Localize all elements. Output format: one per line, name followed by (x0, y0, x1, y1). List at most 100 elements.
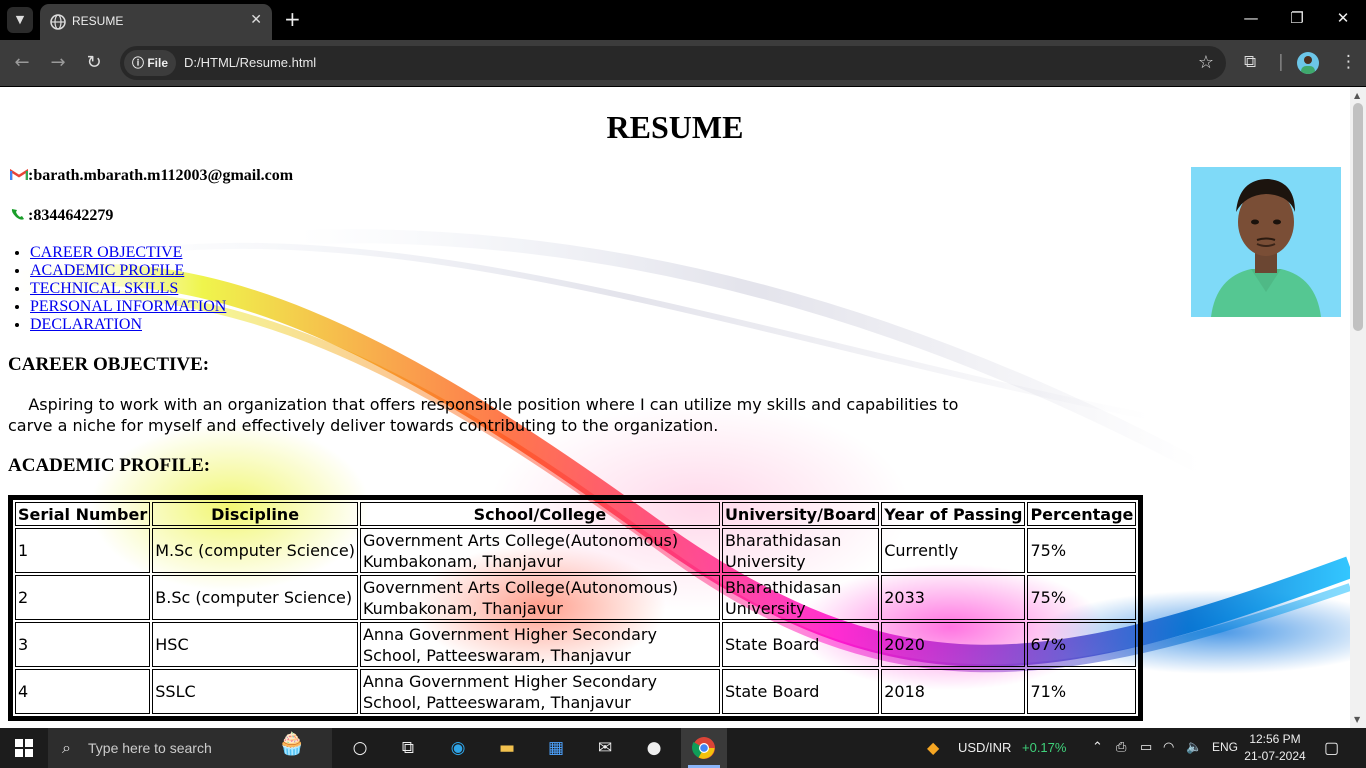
career-objective-text: Aspiring to work with an organization th… (8, 394, 968, 436)
profile-photo (1191, 167, 1341, 317)
extensions-icon[interactable]: ⧉ (1244, 52, 1256, 72)
cortana-icon[interactable]: ○ (348, 736, 372, 760)
cell-school: Anna Government Higher Secondary School,… (359, 622, 720, 667)
new-tab-button[interactable]: + (284, 9, 301, 29)
taskbar-search-placeholder: Type here to search (88, 740, 212, 756)
taskbar-clock[interactable]: 12:56 PM 21-07-2024 (1240, 731, 1310, 765)
header-year-of-passing: Year of Passing (881, 502, 1026, 526)
section-nav-list: CAREER OBJECTIVE ACADEMIC PROFILE TECHNI… (12, 244, 226, 334)
restore-icon[interactable]: ❐ (1282, 9, 1312, 27)
file-chip-label: File (147, 56, 169, 70)
cell-serial: 3 (15, 622, 151, 667)
nav-link-technical-skills[interactable]: TECHNICAL SKILLS (30, 280, 178, 297)
header-school-college: School/College (359, 502, 720, 526)
notifications-icon[interactable]: ▢ (1324, 738, 1339, 758)
cell-university: Bharathidasan University (721, 528, 880, 573)
phone-icon (11, 209, 24, 220)
page-viewport: RESUME :barath.mbarath.m112003@gmail.com… (0, 87, 1350, 728)
language-indicator[interactable]: ENG (1212, 740, 1238, 754)
scroll-thumb[interactable] (1353, 103, 1363, 331)
profile-avatar-icon (1301, 56, 1315, 74)
nav-item: PERSONAL INFORMATION (30, 298, 226, 316)
cell-university: Bharathidasan University (721, 575, 880, 620)
microsoft-store-icon[interactable]: ▦ (544, 736, 568, 760)
cell-year: Currently (881, 528, 1026, 573)
cell-serial: 2 (15, 575, 151, 620)
cell-year: 2020 (881, 622, 1026, 667)
nav-item: ACADEMIC PROFILE (30, 262, 226, 280)
cell-discipline: B.Sc (computer Science) (152, 575, 358, 620)
file-explorer-icon[interactable]: ▬ (495, 736, 519, 760)
windows-start-icon[interactable] (15, 739, 33, 757)
academic-profile-heading: ACADEMIC PROFILE: (8, 455, 211, 476)
site-info-chip[interactable]: ⓘ File (124, 50, 177, 76)
cell-percentage: 75% (1027, 575, 1137, 620)
header-university-board: University/Board (721, 502, 880, 526)
cell-year: 2033 (881, 575, 1026, 620)
url-text[interactable]: D:/HTML/Resume.html (184, 55, 316, 70)
scroll-down-icon[interactable]: ▼ (1354, 715, 1360, 724)
page-title: RESUME (606, 109, 744, 145)
forward-icon[interactable]: → (47, 52, 69, 74)
cell-serial: 4 (15, 669, 151, 714)
github-icon[interactable]: ● (642, 736, 666, 760)
cell-percentage: 67% (1027, 622, 1137, 667)
career-objective-paragraph: Aspiring to work with an organization th… (8, 395, 959, 435)
nav-link-career-objective[interactable]: CAREER OBJECTIVE (30, 244, 182, 261)
profile-avatar[interactable] (1297, 52, 1319, 74)
chrome-icon[interactable] (692, 736, 716, 760)
email-line: :barath.mbarath.m112003@gmail.com (10, 167, 293, 185)
nav-link-academic-profile[interactable]: ACADEMIC PROFILE (30, 262, 184, 279)
address-bar[interactable]: ⓘ File D:/HTML/Resume.html ☆ (120, 46, 1226, 80)
cell-school: Government Arts College(Autonomous) Kumb… (359, 528, 720, 573)
reload-icon[interactable]: ↻ (83, 52, 105, 74)
nav-link-personal-information[interactable]: PERSONAL INFORMATION (30, 298, 226, 315)
back-icon[interactable]: ← (11, 52, 33, 74)
tray-chevron-icon[interactable]: ⌃ (1092, 739, 1103, 755)
email-text: :barath.mbarath.m112003@gmail.com (28, 167, 294, 184)
table-header-row: Serial Number Discipline School/College … (15, 502, 1137, 526)
phone-text: :8344642279 (28, 207, 114, 224)
menu-kebab-icon[interactable]: ⋮ (1340, 52, 1357, 72)
tab-resume[interactable]: RESUME ✕ (40, 4, 272, 40)
mail-icon[interactable]: ✉ (593, 736, 617, 760)
cell-discipline: HSC (152, 622, 358, 667)
volume-icon[interactable]: 🔈 (1186, 739, 1202, 755)
tab-close-icon[interactable]: ✕ (250, 12, 262, 28)
cell-serial: 1 (15, 528, 151, 573)
table-row: 4 SSLC Anna Government Higher Secondary … (15, 669, 1137, 714)
clock-date: 21-07-2024 (1244, 749, 1306, 763)
nav-item: CAREER OBJECTIVE (30, 244, 226, 262)
taskbar-search-box[interactable]: ⌕ Type here to search 🧁 (48, 728, 332, 768)
nav-link-declaration[interactable]: DECLARATION (30, 316, 142, 333)
table-row: 1 M.Sc (computer Science) Government Art… (15, 528, 1137, 573)
scroll-up-icon[interactable]: ▲ (1354, 91, 1360, 100)
globe-icon (50, 14, 66, 30)
bookmark-star-icon[interactable]: ☆ (1198, 52, 1214, 73)
table-row: 3 HSC Anna Government Higher Secondary S… (15, 622, 1137, 667)
cell-school: Anna Government Higher Secondary School,… (359, 669, 720, 714)
career-objective-heading: CAREER OBJECTIVE: (8, 354, 210, 375)
tab-search-icon[interactable]: ▼ (7, 7, 33, 33)
task-view-icon[interactable]: ⧉ (396, 736, 420, 760)
clock-time: 12:56 PM (1249, 732, 1301, 746)
minimize-icon[interactable]: — (1236, 9, 1266, 27)
ticker-symbol[interactable]: USD/INR (958, 740, 1011, 755)
wifi-icon[interactable]: ◠ (1163, 739, 1174, 755)
edge-icon[interactable]: ◉ (446, 736, 470, 760)
battery-icon[interactable]: ▭ (1140, 739, 1152, 755)
window-close-icon[interactable]: ✕ (1328, 9, 1358, 27)
page-scrollbar[interactable]: ▲ ▼ (1350, 87, 1366, 728)
academic-table: Serial Number Discipline School/College … (8, 495, 1144, 721)
cell-percentage: 71% (1027, 669, 1137, 714)
phone-line: :8344642279 (10, 207, 113, 225)
cell-year: 2018 (881, 669, 1026, 714)
profile-photo-image (1191, 167, 1341, 317)
header-serial-number: Serial Number (15, 502, 151, 526)
nav-item: DECLARATION (30, 316, 226, 334)
stock-widget-icon[interactable]: ◆ (927, 738, 939, 758)
cell-discipline: M.Sc (computer Science) (152, 528, 358, 573)
toolbar-divider: | (1278, 52, 1284, 72)
meet-icon[interactable]: ⎙ (1116, 739, 1126, 755)
tab-bar: ▼ RESUME ✕ + — ❐ ✕ (0, 0, 1366, 40)
